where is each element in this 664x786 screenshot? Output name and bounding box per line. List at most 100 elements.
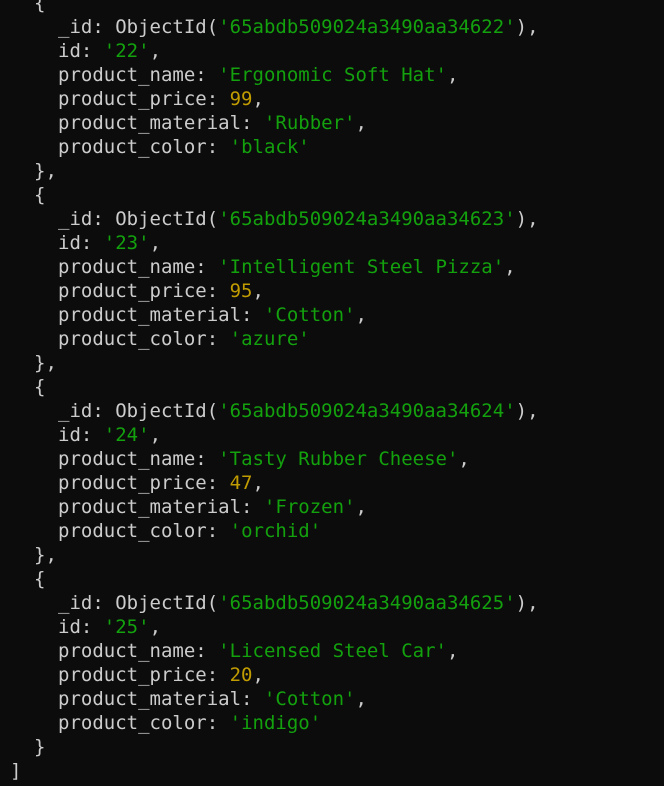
- field-line-product-name: product_name: 'Intelligent Steel Pizza',: [0, 255, 664, 279]
- document-open-brace: {: [0, 183, 664, 207]
- quote-close: ': [138, 616, 150, 638]
- quote-close: ': [138, 424, 150, 446]
- quote-close: ': [492, 256, 505, 278]
- colon: :: [92, 592, 116, 614]
- objectid-function: ObjectId: [115, 208, 207, 230]
- quote-open: ': [263, 304, 276, 326]
- comma: ,: [149, 40, 162, 62]
- field-key: id: [58, 424, 81, 446]
- field-line-product-color: product_color: 'black': [0, 135, 664, 159]
- quote-open: ': [263, 688, 276, 710]
- field-value-number: 47: [229, 472, 253, 494]
- quote-close: ': [309, 520, 322, 542]
- field-line-product-material: product_material: 'Frozen',: [0, 495, 664, 519]
- field-key: product_name: [58, 64, 196, 86]
- document-open-brace: {: [0, 567, 664, 591]
- oid-open: (': [207, 400, 230, 422]
- field-key: _id: [58, 16, 93, 38]
- open-brace: {: [34, 376, 46, 398]
- colon: :: [80, 616, 104, 638]
- colon: :: [80, 424, 104, 446]
- field-value-number: 99: [229, 88, 253, 110]
- comma: ,: [355, 688, 367, 710]
- field-key: product_material: [58, 688, 242, 710]
- field-key: product_name: [58, 448, 196, 470]
- field-key: product_color: [58, 328, 207, 350]
- field-key: product_price: [58, 280, 207, 302]
- comma: ,: [252, 280, 264, 302]
- field-line-product-color: product_color: 'azure': [0, 327, 664, 351]
- quote-open: ': [263, 496, 276, 518]
- quote-close: ': [435, 64, 447, 86]
- field-line-oid: _id: ObjectId('65abdb509024a3490aa34623'…: [0, 207, 664, 231]
- colon: :: [80, 232, 104, 254]
- field-line-product-material: product_material: 'Cotton',: [0, 687, 664, 711]
- field-key: _id: [58, 208, 93, 230]
- field-key: product_material: [58, 304, 242, 326]
- oid-value: 65abdb509024a3490aa34622: [229, 16, 505, 38]
- quote-open: ': [218, 400, 230, 422]
- field-line-oid: _id: ObjectId('65abdb509024a3490aa34625'…: [0, 591, 664, 615]
- quote-open: ': [218, 640, 230, 662]
- quote-close: ': [138, 40, 150, 62]
- field-value-string: indigo: [241, 712, 310, 734]
- quote-close: ': [446, 448, 459, 470]
- field-value-string: Intelligent Steel Pizza: [229, 256, 493, 278]
- oid-value: 65abdb509024a3490aa34624: [229, 400, 505, 422]
- quote-close: ': [138, 232, 150, 254]
- field-line-id: id: '24',: [0, 423, 664, 447]
- paren-close-comma: ),: [515, 208, 539, 230]
- field-key: product_name: [58, 640, 196, 662]
- field-key: product_color: [58, 712, 207, 734]
- colon: :: [206, 280, 230, 302]
- comma: ,: [446, 64, 459, 86]
- field-value-string: Licensed Steel Car: [229, 640, 436, 662]
- field-key: id: [58, 616, 81, 638]
- quote-open: ': [103, 40, 116, 62]
- field-line-product-color: product_color: 'orchid': [0, 519, 664, 543]
- paren-open: (: [206, 400, 219, 422]
- objectid-function: ObjectId: [115, 16, 207, 38]
- objectid-function: ObjectId: [115, 592, 207, 614]
- field-line-product-name: product_name: 'Tasty Rubber Cheese',: [0, 447, 664, 471]
- quote-close: ': [504, 16, 516, 38]
- quote-open: ': [218, 256, 230, 278]
- paren-open: (: [206, 592, 219, 614]
- objectid-function: ObjectId: [115, 400, 207, 422]
- oid-close: '),: [504, 592, 538, 614]
- comma: ,: [149, 232, 162, 254]
- quote-close: ': [298, 136, 310, 158]
- oid-close: '),: [504, 208, 538, 230]
- field-key: product_material: [58, 112, 242, 134]
- field-key: product_price: [58, 472, 207, 494]
- field-key: product_price: [58, 664, 207, 686]
- field-line-product-price: product_price: 95,: [0, 279, 664, 303]
- field-key: product_price: [58, 88, 207, 110]
- document-open-brace: {: [0, 0, 664, 15]
- quote-open: ': [103, 232, 116, 254]
- comma: ,: [252, 88, 264, 110]
- colon: :: [241, 496, 264, 518]
- close-brace: },: [34, 352, 57, 374]
- close-brace: },: [34, 160, 57, 182]
- comma: ,: [149, 616, 162, 638]
- field-value-string: azure: [241, 328, 299, 350]
- colon: :: [195, 448, 219, 470]
- oid-close: '),: [504, 16, 538, 38]
- field-value-string: Rubber: [275, 112, 345, 134]
- paren-close-comma: ),: [515, 400, 539, 422]
- colon: :: [195, 640, 219, 662]
- field-line-id: id: '23',: [0, 231, 664, 255]
- quote-open: ': [218, 448, 230, 470]
- field-key: product_color: [58, 136, 207, 158]
- field-line-id: id: '25',: [0, 615, 664, 639]
- paren-close-comma: ),: [515, 16, 539, 38]
- field-key: product_name: [58, 256, 196, 278]
- field-value-string: orchid: [241, 520, 310, 542]
- quote-close: ': [344, 304, 356, 326]
- document-close-brace: }: [0, 735, 664, 759]
- field-value-number: 20: [229, 664, 253, 686]
- field-value-string: Cotton: [275, 688, 345, 710]
- field-value-string: 24: [115, 424, 139, 446]
- colon: :: [195, 256, 219, 278]
